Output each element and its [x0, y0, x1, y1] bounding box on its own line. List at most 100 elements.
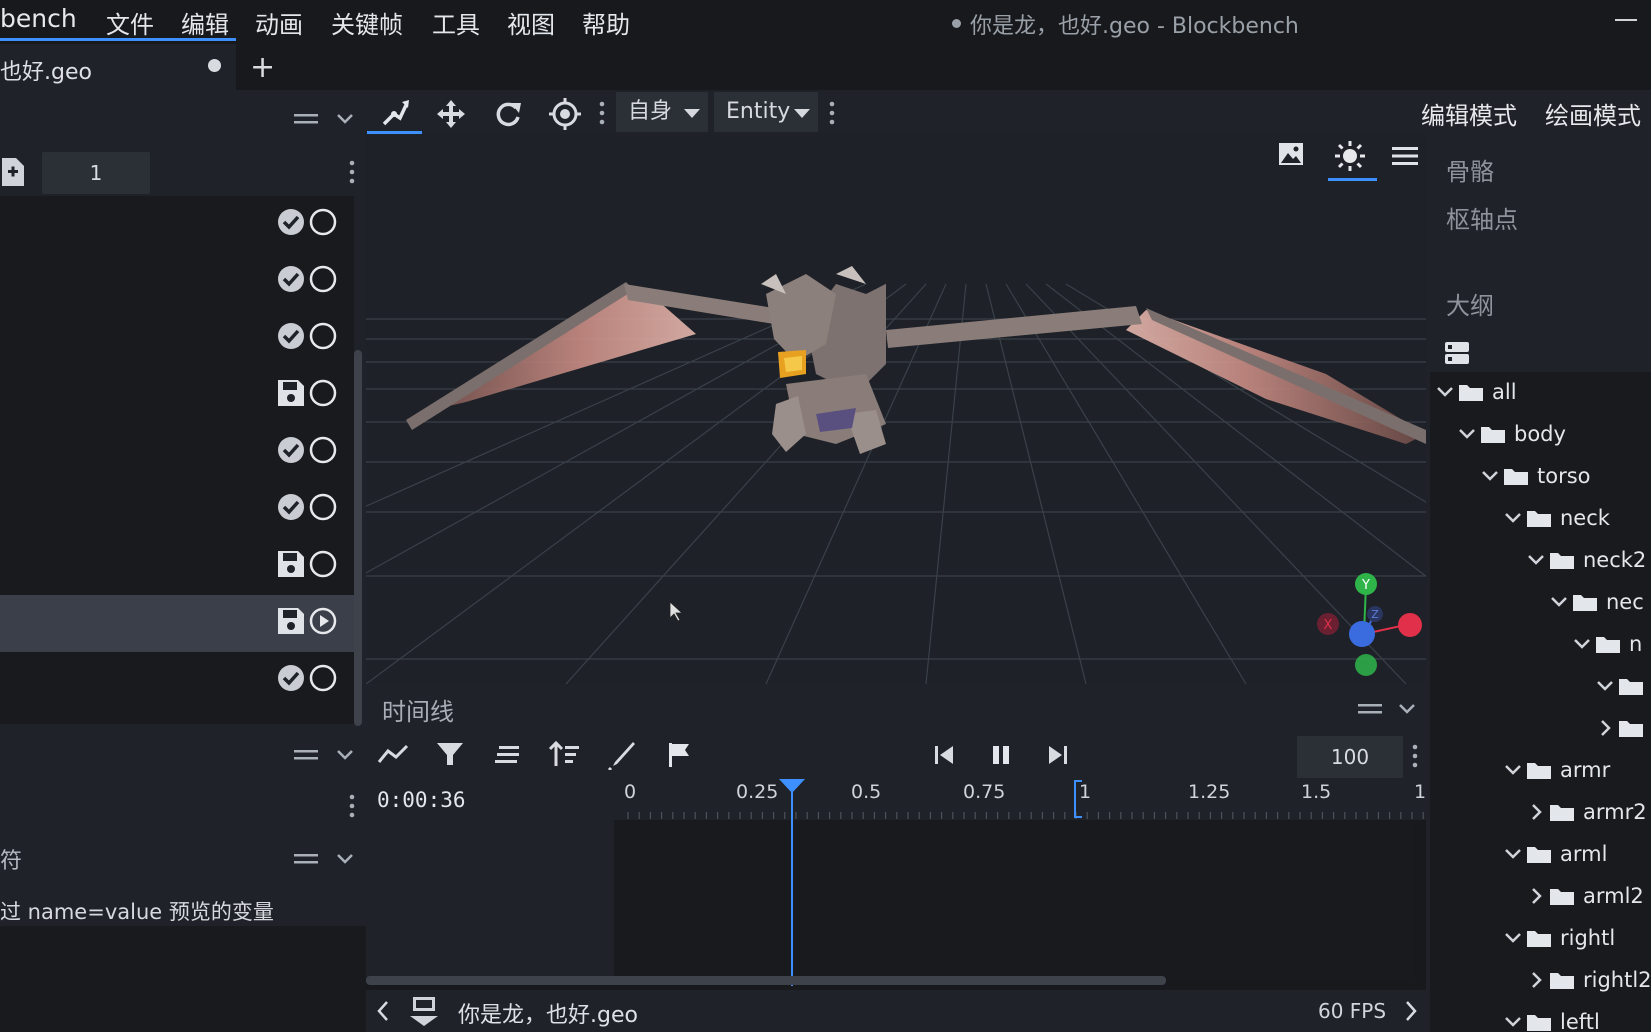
- chevron-right-icon[interactable]: [1527, 884, 1549, 908]
- playback-speed-input[interactable]: 100: [1297, 736, 1403, 778]
- loop-end-marker[interactable]: [1074, 780, 1082, 818]
- chevron-down-icon[interactable]: [1504, 506, 1526, 530]
- brush-icon[interactable]: [607, 740, 637, 770]
- drag-handle-icon[interactable]: [1358, 702, 1382, 716]
- more-options-icon[interactable]: [349, 794, 355, 818]
- tab-unsaved-dot[interactable]: [208, 59, 221, 72]
- chevron-down-icon[interactable]: [1398, 703, 1416, 715]
- outliner-group-row[interactable]: body: [1458, 422, 1566, 464]
- menu-view[interactable]: 视图: [507, 5, 555, 40]
- animation-list-item[interactable]: [0, 196, 354, 253]
- skip-back-icon[interactable]: [933, 744, 955, 766]
- chevron-down-icon[interactable]: [1527, 548, 1549, 572]
- menu-animation[interactable]: 动画: [255, 5, 303, 40]
- outliner-toggle-icon[interactable]: [1444, 340, 1470, 366]
- pivot-tool-icon[interactable]: [549, 98, 581, 130]
- drag-handle-icon[interactable]: [294, 112, 318, 126]
- graph-editor-icon[interactable]: [377, 742, 409, 766]
- outliner-group-row[interactable]: [1596, 674, 1651, 716]
- animation-list-item[interactable]: [0, 652, 354, 709]
- minimize-button[interactable]: [1615, 19, 1637, 21]
- paint-mode-tab[interactable]: 绘画模式: [1545, 96, 1641, 131]
- sort-icon[interactable]: [549, 740, 581, 768]
- drag-handle-icon[interactable]: [294, 748, 318, 762]
- filter-icon[interactable]: [436, 741, 464, 767]
- animation-list-item[interactable]: [0, 424, 354, 481]
- chevron-down-icon[interactable]: [336, 113, 354, 125]
- neg-y-axis-handle[interactable]: [1355, 654, 1377, 676]
- outliner-group-row[interactable]: torso: [1481, 464, 1591, 506]
- play-toggle-icon[interactable]: [309, 550, 337, 578]
- save-icon[interactable]: [277, 550, 305, 578]
- animation-list-item[interactable]: [0, 538, 354, 595]
- animation-count-input[interactable]: 1: [42, 152, 150, 194]
- rotate-tool-icon[interactable]: [494, 99, 522, 129]
- chevron-right-icon[interactable]: [1404, 1000, 1418, 1022]
- menu-tools[interactable]: 工具: [432, 5, 480, 40]
- animation-list-item[interactable]: [0, 253, 354, 310]
- play-toggle-icon[interactable]: [309, 379, 337, 407]
- timeline-keyframe-area[interactable]: [614, 820, 1414, 982]
- play-toggle-icon[interactable]: [309, 322, 337, 350]
- save-icon[interactable]: [277, 379, 305, 407]
- outliner-group-row[interactable]: neck: [1504, 506, 1610, 548]
- chevron-down-icon[interactable]: [1504, 926, 1526, 950]
- chevron-right-icon[interactable]: [1527, 800, 1549, 824]
- variables-input[interactable]: [0, 926, 366, 1032]
- playhead-handle[interactable]: [778, 778, 806, 794]
- outliner-group-row[interactable]: leftl: [1504, 1010, 1600, 1032]
- outliner-group-row[interactable]: rightl: [1504, 926, 1615, 968]
- play-circle-icon[interactable]: [309, 607, 337, 635]
- menu-edit[interactable]: 编辑: [181, 5, 229, 40]
- playhead[interactable]: [791, 786, 793, 986]
- chevron-left-icon[interactable]: [376, 1000, 390, 1022]
- chevron-down-icon[interactable]: [1504, 758, 1526, 782]
- chevron-down-icon[interactable]: [1504, 842, 1526, 866]
- menu-icon[interactable]: [1392, 146, 1418, 166]
- skip-forward-icon[interactable]: [1047, 744, 1069, 766]
- outliner-group-row[interactable]: arml: [1504, 842, 1607, 884]
- more-options-icon[interactable]: [1412, 744, 1418, 768]
- more-options-icon[interactable]: [599, 101, 605, 125]
- chevron-down-icon[interactable]: [1436, 380, 1458, 404]
- move-tool-icon[interactable]: [436, 99, 466, 129]
- menu-help[interactable]: 帮助: [582, 5, 630, 40]
- chevron-down-icon[interactable]: [1504, 1010, 1526, 1032]
- chevron-down-icon[interactable]: [1573, 632, 1595, 656]
- z-axis-handle[interactable]: [1349, 621, 1375, 647]
- menu-keyframe[interactable]: 关键帧: [331, 5, 403, 40]
- transform-space-dropdown[interactable]: 自身: [616, 92, 708, 132]
- entity-dropdown[interactable]: Entity: [714, 92, 818, 132]
- channels-icon[interactable]: [495, 744, 521, 764]
- brightness-icon[interactable]: [1334, 140, 1366, 172]
- outliner-group-row[interactable]: armr: [1504, 758, 1610, 800]
- pause-icon[interactable]: [990, 744, 1012, 766]
- edit-mode-tab[interactable]: 编辑模式: [1421, 96, 1517, 131]
- pose-tool-icon[interactable]: [380, 98, 410, 128]
- outliner-group-row[interactable]: rightl2: [1527, 968, 1651, 1010]
- outliner-group-row[interactable]: [1596, 716, 1651, 758]
- marker-flag-icon[interactable]: [667, 742, 691, 768]
- axis-gizmo[interactable]: Y X Z: [1310, 568, 1426, 680]
- animation-list-item[interactable]: [0, 367, 354, 424]
- 3d-viewport[interactable]: [366, 134, 1426, 684]
- image-icon[interactable]: [1278, 142, 1304, 166]
- drag-handle-icon[interactable]: [294, 852, 318, 866]
- play-toggle-icon[interactable]: [309, 664, 337, 692]
- timeline-scrollbar[interactable]: [366, 976, 1166, 985]
- chevron-down-icon[interactable]: [1550, 590, 1572, 614]
- chevron-down-icon[interactable]: [336, 749, 354, 761]
- list-scrollbar[interactable]: [354, 350, 362, 726]
- outliner-group-row[interactable]: nec: [1550, 590, 1644, 632]
- outliner-group-row[interactable]: armr2: [1527, 800, 1647, 842]
- play-toggle-icon[interactable]: [309, 493, 337, 521]
- more-options-icon[interactable]: [349, 160, 355, 184]
- play-toggle-icon[interactable]: [309, 436, 337, 464]
- animation-list-item[interactable]: [0, 481, 354, 538]
- play-toggle-icon[interactable]: [309, 265, 337, 293]
- chevron-down-icon[interactable]: [1596, 674, 1618, 698]
- outliner-group-row[interactable]: neck2: [1527, 548, 1646, 590]
- chevron-down-icon[interactable]: [336, 853, 354, 865]
- outliner-group-row[interactable]: arml2: [1527, 884, 1644, 926]
- outliner-group-row[interactable]: n: [1573, 632, 1642, 674]
